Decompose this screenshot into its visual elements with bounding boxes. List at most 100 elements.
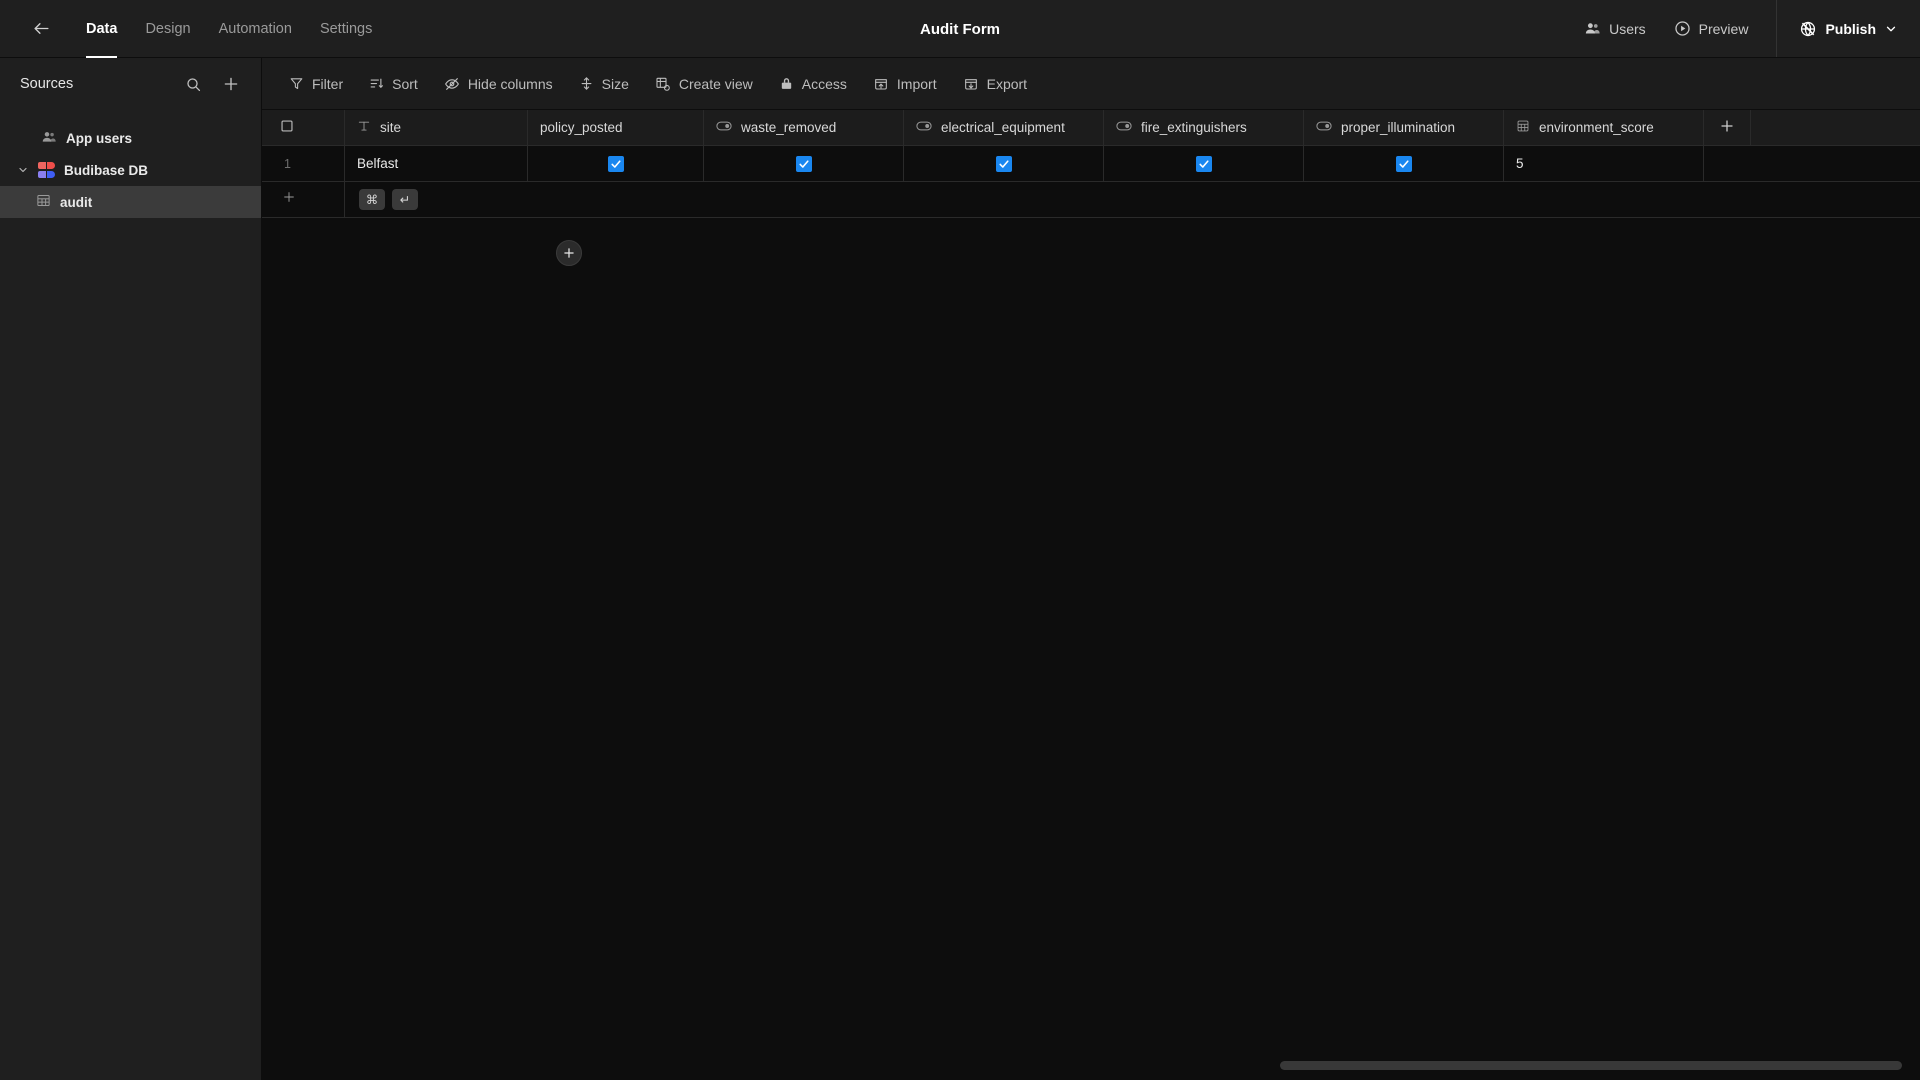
main-body: Sources App users Budibase DB audit Filt… <box>0 58 1920 1080</box>
checkbox-checked-icon[interactable] <box>995 155 1012 172</box>
text-type-icon <box>357 119 371 136</box>
checkbox-checked-icon[interactable] <box>795 155 812 172</box>
sort-button[interactable]: Sort <box>358 68 429 100</box>
app-root: Data Design Automation Settings Audit Fo… <box>0 0 1920 1080</box>
new-row[interactable]: ⌘ ↵ <box>262 182 1920 218</box>
column-header-electrical-equipment-label: electrical_equipment <box>941 120 1065 135</box>
add-row-button[interactable] <box>262 182 345 218</box>
sidebar-item-app-users[interactable]: App users <box>0 122 261 154</box>
column-header-waste-removed[interactable]: waste_removed <box>704 110 904 146</box>
table-row[interactable]: 1 Belfast 5 <box>262 146 1920 182</box>
checkbox-checked-icon[interactable] <box>1395 155 1412 172</box>
table-icon <box>36 193 51 211</box>
new-row-shortcut-hint: ⌘ ↵ <box>345 182 795 218</box>
sidebar-header: Sources <box>0 58 261 110</box>
cell-policy-posted[interactable] <box>528 146 704 182</box>
row-filler <box>1751 146 1920 182</box>
export-button[interactable]: Export <box>952 68 1038 100</box>
filter-label: Filter <box>312 75 344 92</box>
checkbox-empty-icon[interactable] <box>280 119 294 136</box>
column-header-environment-score[interactable]: environment_score <box>1504 110 1704 146</box>
filter-icon <box>289 76 304 91</box>
column-header-fire-extinguishers[interactable]: fire_extinguishers <box>1104 110 1304 146</box>
tab-automation-label: Automation <box>218 20 292 37</box>
grid-header-row: site policy_posted waste_removed electri… <box>262 110 1920 146</box>
sidebar-item-budibase-db[interactable]: Budibase DB <box>0 154 261 186</box>
tab-design[interactable]: Design <box>131 0 204 58</box>
checkbox-checked-icon[interactable] <box>1195 155 1212 172</box>
cell-site-value: Belfast <box>357 156 399 171</box>
add-source-plus-icon[interactable] <box>219 72 243 96</box>
toggle-type-icon <box>916 118 932 137</box>
sidebar-title: Sources <box>20 76 74 92</box>
sidebar-actions <box>181 72 243 96</box>
users-label: Users <box>1609 20 1646 37</box>
play-circle-icon <box>1674 20 1691 37</box>
cell-waste-removed[interactable] <box>704 146 904 182</box>
row-number: 1 <box>284 156 291 171</box>
toggle-type-icon <box>1316 118 1332 137</box>
sidebar-item-audit[interactable]: audit <box>0 186 261 218</box>
data-grid: site policy_posted waste_removed electri… <box>262 110 1920 266</box>
publish-label: Publish <box>1825 20 1876 37</box>
preview-button[interactable]: Preview <box>1662 13 1761 44</box>
insert-row-floating-button[interactable] <box>556 240 582 266</box>
checkbox-checked-icon[interactable] <box>607 155 624 172</box>
key-enter: ↵ <box>392 189 418 210</box>
add-column-button[interactable] <box>1704 110 1751 146</box>
top-header-bar: Data Design Automation Settings Audit Fo… <box>0 0 1920 58</box>
sort-label: Sort <box>392 75 418 92</box>
sidebar-item-audit-label: audit <box>60 194 93 210</box>
toggle-type-icon <box>716 118 732 137</box>
users-button[interactable]: Users <box>1572 13 1658 44</box>
row-height-icon <box>579 76 594 91</box>
cell-proper-illumination[interactable] <box>1304 146 1504 182</box>
main-nav-tabs: Data Design Automation Settings <box>72 0 386 58</box>
chevron-down-icon[interactable] <box>17 164 29 176</box>
export-label: Export <box>986 75 1028 92</box>
size-button[interactable]: Size <box>568 68 640 100</box>
column-header-policy-posted-label: policy_posted <box>540 120 623 135</box>
create-view-button[interactable]: Create view <box>644 68 764 100</box>
create-view-label: Create view <box>678 75 753 92</box>
cell-fire-extinguishers[interactable] <box>1104 146 1304 182</box>
back-arrow-icon[interactable] <box>24 12 58 46</box>
sources-list: App users Budibase DB audit <box>0 110 261 218</box>
preview-label: Preview <box>1698 20 1749 37</box>
tab-settings[interactable]: Settings <box>306 0 386 58</box>
cell-electrical-equipment[interactable] <box>904 146 1104 182</box>
chevron-down-icon[interactable] <box>1884 22 1898 36</box>
column-header-site-label: site <box>380 120 402 135</box>
row-addcol-spacer <box>1704 146 1751 182</box>
import-label: Import <box>896 75 937 92</box>
globe-off-icon <box>1799 20 1817 38</box>
tab-data-label: Data <box>86 20 118 37</box>
filter-button[interactable]: Filter <box>278 68 354 100</box>
import-button[interactable]: Import <box>862 68 948 100</box>
header-right-group: Users Preview Publish <box>1562 0 1920 57</box>
horizontal-scrollbar[interactable] <box>1280 1061 1902 1070</box>
column-header-policy-posted[interactable]: policy_posted <box>528 110 704 146</box>
toggle-type-icon <box>1116 118 1132 137</box>
users-icon <box>41 129 57 148</box>
tab-settings-label: Settings <box>319 20 373 37</box>
tab-data[interactable]: Data <box>72 0 131 58</box>
plus-icon <box>1719 118 1735 137</box>
cell-environment-score[interactable]: 5 <box>1504 146 1704 182</box>
column-header-proper-illumination[interactable]: proper_illumination <box>1304 110 1504 146</box>
column-header-electrical-equipment[interactable]: electrical_equipment <box>904 110 1104 146</box>
tab-automation[interactable]: Automation <box>205 0 306 58</box>
select-all-cell[interactable] <box>262 110 345 146</box>
header-left-group: Data Design Automation Settings <box>0 0 386 58</box>
column-header-site[interactable]: site <box>345 110 528 146</box>
cell-site[interactable]: Belfast <box>345 146 528 182</box>
sort-icon <box>369 76 384 91</box>
data-grid-container: site policy_posted waste_removed electri… <box>262 110 1920 1080</box>
hide-columns-button[interactable]: Hide columns <box>433 68 564 100</box>
tab-design-label: Design <box>145 20 191 37</box>
search-icon[interactable] <box>181 72 205 96</box>
publish-button[interactable]: Publish <box>1787 13 1910 45</box>
export-icon <box>963 76 979 92</box>
sources-sidebar: Sources App users Budibase DB audit <box>0 58 262 1080</box>
access-button[interactable]: Access <box>768 68 858 100</box>
